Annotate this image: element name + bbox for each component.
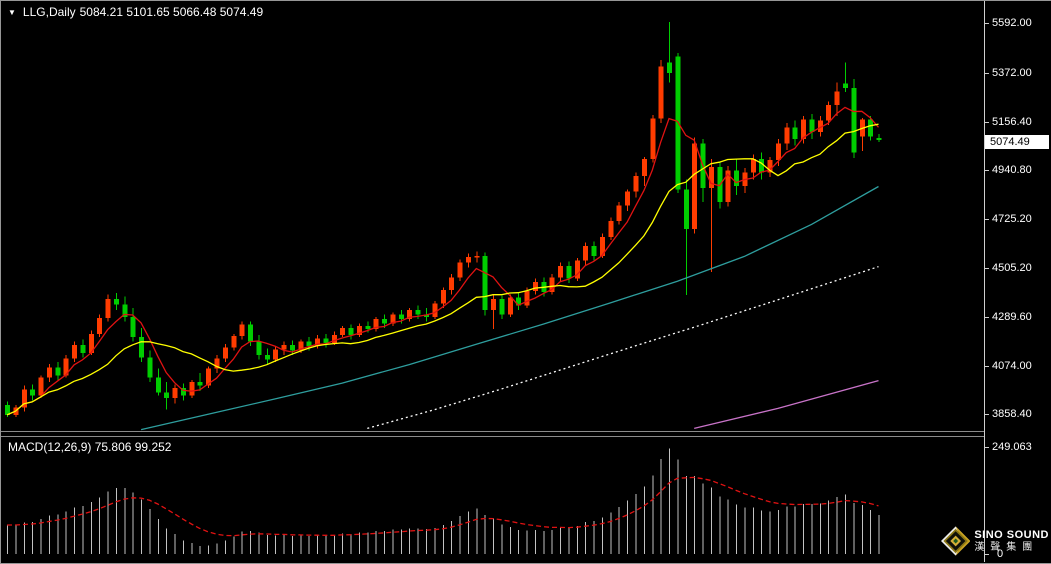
logo-title: SINO SOUND xyxy=(974,529,1049,542)
axis-tick xyxy=(985,170,989,171)
candlestick-chart[interactable] xyxy=(1,1,984,431)
current-price-tag: 5074.49 xyxy=(985,135,1049,149)
mt4-chart-window: ▼ LLG,Daily 5084.21 5101.65 5066.48 5074.4… xyxy=(0,0,1051,564)
price-axis-label: 4074.00 xyxy=(992,359,1032,373)
sino-sound-logo: SINO SOUND 漢聲集團 xyxy=(941,523,1049,559)
axis-tick xyxy=(985,268,989,269)
axis-tick xyxy=(985,447,989,448)
price-chart-pane[interactable]: ▼ LLG,Daily 5084.21 5101.65 5066.48 5074.4… xyxy=(1,1,984,431)
macd-values: 75.806 99.252 xyxy=(95,440,172,454)
macd-header: MACD(12,26,9) 75.806 99.252 xyxy=(8,440,171,454)
price-axis-label: 4725.20 xyxy=(992,212,1032,226)
price-axis-label: 4940.80 xyxy=(992,163,1032,177)
price-axis-label: 249.063 xyxy=(992,440,1032,454)
price-axis-label: 5156.40 xyxy=(992,115,1032,129)
logo-diamond-icon xyxy=(941,525,970,557)
chevron-down-icon[interactable]: ▼ xyxy=(8,8,16,17)
chart-header: ▼ LLG,Daily 5084.21 5101.65 5066.48 5074.4… xyxy=(8,5,267,19)
price-axis[interactable]: 5592.00 5372.00 5156.40 4940.80 4725.20 4505.… xyxy=(984,1,1051,562)
logo-subtitle: 漢聲集團 xyxy=(974,542,1049,554)
symbol-timeframe-label: LLG,Daily xyxy=(23,5,76,19)
axis-tick xyxy=(985,414,989,415)
axis-tick xyxy=(985,122,989,123)
axis-tick xyxy=(985,73,989,74)
ohlc-readout: 5084.21 5101.65 5066.48 5074.49 xyxy=(80,5,264,19)
axis-tick xyxy=(985,317,989,318)
axis-tick xyxy=(985,23,989,24)
price-axis-label: 4289.60 xyxy=(992,310,1032,324)
logo-text: SINO SOUND 漢聲集團 xyxy=(974,529,1049,554)
macd-indicator-pane[interactable]: MACD(12,26,9) 75.806 99.252 xyxy=(1,437,984,556)
price-axis-label: 3858.40 xyxy=(992,407,1032,421)
price-axis-label: 4505.20 xyxy=(992,261,1032,275)
axis-tick xyxy=(985,219,989,220)
price-axis-label: 5372.00 xyxy=(992,66,1032,80)
price-axis-label: 5592.00 xyxy=(992,16,1032,30)
macd-chart[interactable] xyxy=(1,437,984,556)
axis-tick xyxy=(985,366,989,367)
macd-label: MACD(12,26,9) xyxy=(8,440,91,454)
